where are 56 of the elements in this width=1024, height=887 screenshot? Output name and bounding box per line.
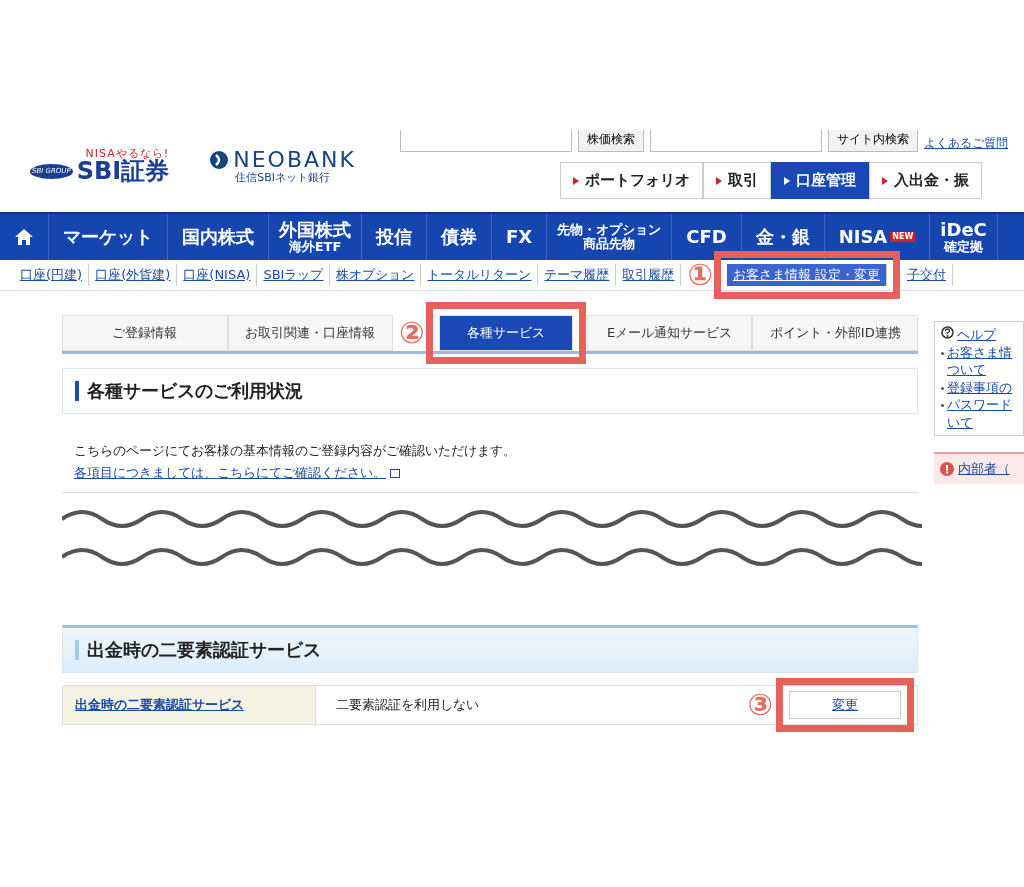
account-menu-link[interactable]: 口座(円建) [14,264,90,286]
account-menu-link[interactable]: 口座(NISA) [177,264,258,286]
brand-logo[interactable]: SBI証券 [76,159,170,183]
setting-name-link[interactable]: 出金時の二要素認証サービス [63,686,316,725]
bullet-icon [941,386,944,390]
nav-tab[interactable]: 外国株式 海外ETF [269,214,362,260]
help-link[interactable]: ヘルプ [957,326,996,344]
bullet-icon [941,404,944,408]
help-link[interactable]: パスワード いて [947,396,1012,432]
account-menu-link[interactable]: 口座(外貨建) [89,264,178,286]
nav-button[interactable]: 口座管理 [771,162,869,199]
bullet-icon [941,351,944,355]
description-text: こちらのページにてお客様の基本情報のご登録内容がご確認いただけます。 [74,442,517,460]
tab[interactable]: ポイント・外部ID連携 [752,315,919,351]
triangle-icon [716,176,722,185]
account-menu-link[interactable]: 株オプション [330,264,422,286]
search-button[interactable]: サイト内検索 [828,130,918,152]
account-menu-link[interactable]: トータルリターン [421,264,539,286]
search-field[interactable] [650,130,822,152]
nav-tab[interactable]: マーケット [49,214,168,260]
search-field[interactable] [400,130,572,152]
search-button[interactable]: 株価検索 [578,130,644,152]
bank-logo[interactable]: NEOBANK [233,148,356,173]
nav-tab[interactable]: 先物・オプション 商品先物 [547,214,673,260]
setting-value: 二要素認証を利用しない [335,696,480,715]
account-menu-link[interactable]: SBIラップ [257,264,331,286]
help-link[interactable]: お客さま情 ついて [947,343,1012,379]
account-menu-link[interactable]: 子交付 [900,264,953,286]
details-link[interactable]: 各項目につきましては、こちらにてご確認ください。 [74,465,400,481]
help-icon [941,326,954,339]
section-title: 出金時の二要素認証サービス [87,638,321,663]
nav-tab[interactable]: iDeC 確定拠 [930,214,998,260]
alert-icon [940,462,954,477]
nav-tab[interactable]: 債券 [427,214,492,260]
faq-link[interactable]: よくあるご質問 [924,135,1008,152]
triangle-icon [573,176,579,185]
nav-tab[interactable]: FX [492,214,548,260]
home-icon [14,228,34,246]
account-menu-link[interactable]: 取引履歴 [616,264,682,286]
account-menu-link[interactable]: テーマ履歴 [538,264,617,286]
nav-button[interactable]: ポートフォリオ [560,162,703,199]
section-title: 各種サービスのご利用状況 [87,379,303,403]
triangle-icon [784,176,790,185]
tab[interactable]: Eメール通知サービス [586,315,753,351]
nav-button[interactable]: 取引 [703,162,771,199]
notice-link[interactable]: 内部者（ [958,460,1010,479]
bank-subtitle: 住信SBIネット銀行 [235,172,330,185]
logo-tagline: NISAやるなら! [85,148,170,159]
nav-tab[interactable]: 投信 [362,214,427,260]
tab[interactable]: お取引関連・口座情報 [227,315,394,351]
tab[interactable]: ご登録情報 [62,315,228,351]
help-link[interactable]: 登録事項の [947,378,1012,397]
nav-tab[interactable]: 国内株式 [168,214,269,260]
nav-button[interactable]: 入出金・振 [869,162,982,199]
triangle-icon [882,176,888,185]
bank-logo-icon [209,150,230,171]
